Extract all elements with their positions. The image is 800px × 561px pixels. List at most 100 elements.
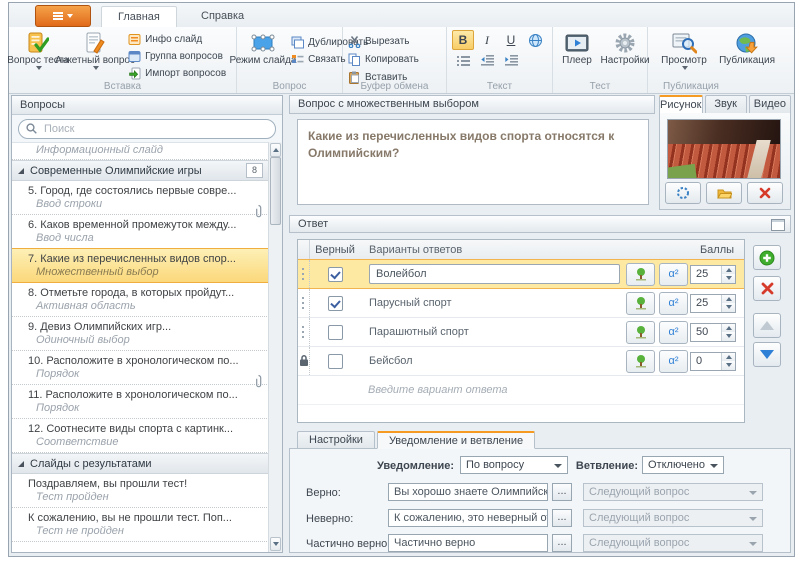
delete-answer-button[interactable] [753, 276, 781, 301]
spin-down-button[interactable] [722, 332, 735, 341]
sidebar-scrollbar[interactable] [268, 142, 282, 552]
scroll-up-button[interactable] [270, 143, 281, 157]
underline-button[interactable]: U [500, 30, 522, 50]
preview-button[interactable]: Просмотр [655, 30, 713, 70]
formula-button[interactable]: α² [659, 263, 688, 286]
points-spinner[interactable]: 25 [690, 265, 736, 284]
group-header-olympics[interactable]: Современные Олимпийские игры8 [12, 160, 269, 181]
drag-handle[interactable] [298, 318, 310, 346]
hyperlink-button[interactable] [524, 30, 546, 50]
list-item[interactable]: 9. Девиз Олимпийских игр...Одиночный выб… [12, 317, 269, 351]
question-image-thumbnail[interactable] [667, 119, 781, 179]
answer-row[interactable]: α² 25 [298, 259, 744, 289]
formula-button[interactable]: α² [659, 350, 688, 373]
info-slide-button[interactable]: Инфо слайд [126, 32, 228, 47]
list-item[interactable]: К сожалению, вы не прошли тест. Поп...Те… [12, 508, 269, 542]
spin-down-button[interactable] [722, 274, 735, 283]
list-item[interactable]: 11. Расположите в хронологическом по...П… [12, 385, 269, 419]
add-image-button[interactable] [626, 321, 655, 344]
import-questions-button[interactable]: Импорт вопросов [126, 66, 228, 81]
tab-video[interactable]: Видео [749, 95, 791, 114]
list-item[interactable]: Информационный слайд [12, 142, 269, 160]
answer-row[interactable]: Парусный спорт α² 25 [298, 289, 744, 318]
italic-button[interactable]: I [476, 30, 498, 50]
answer-row[interactable]: Бейсбол α² 0 [298, 347, 744, 376]
partial-feedback-field[interactable]: Частично верно [388, 534, 548, 552]
correct-checkbox[interactable] [328, 267, 343, 282]
formula-button[interactable]: α² [659, 321, 688, 344]
incorrect-more-button[interactable]: ... [552, 509, 572, 527]
correct-checkbox[interactable] [328, 354, 343, 369]
partial-branch-select[interactable]: Следующий вопрос [583, 534, 763, 552]
list-item[interactable]: 5. Город, где состоялись первые совре...… [12, 181, 269, 215]
tab-feedback-branching[interactable]: Уведомление и ветвление [377, 431, 535, 449]
list-item[interactable]: 10. Расположите в хронологическом по...П… [12, 351, 269, 385]
spin-up-button[interactable] [722, 266, 735, 275]
answer-text[interactable]: Парашютный спорт [360, 326, 626, 338]
answer-row[interactable]: Парашютный спорт α² 50 [298, 318, 744, 347]
correct-checkbox[interactable] [328, 296, 343, 311]
list-item[interactable]: 12. Соотнесите виды спорта с картинк...С… [12, 419, 269, 453]
slide-mode-button[interactable]: Режим слайда [240, 30, 286, 66]
question-group-button[interactable]: Группа вопросов [126, 49, 228, 64]
list-item[interactable]: 8. Отметьте города, в которых пройдут...… [12, 283, 269, 317]
spin-up-button[interactable] [722, 353, 735, 362]
add-image-button[interactable] [626, 292, 655, 315]
tab-picture[interactable]: Рисунок [659, 95, 703, 114]
publish-button[interactable]: Публикация [716, 30, 778, 66]
spin-down-button[interactable] [722, 361, 735, 370]
quiz-settings-button[interactable]: Настройки [601, 30, 649, 66]
correct-branch-select[interactable]: Следующий вопрос [583, 483, 763, 501]
tab-help[interactable]: Справка [185, 7, 260, 26]
incorrect-feedback-field[interactable]: К сожалению, это неверный ответ... [388, 509, 548, 527]
collapse-answer-button[interactable] [771, 219, 785, 231]
browse-image-button[interactable] [706, 182, 742, 204]
spin-up-button[interactable] [722, 324, 735, 333]
list-button[interactable] [452, 50, 474, 70]
tab-home[interactable]: Главная [101, 6, 177, 28]
notification-select[interactable]: По вопросу [460, 456, 568, 474]
drag-handle[interactable] [298, 289, 310, 317]
points-spinner[interactable]: 25 [690, 294, 736, 313]
move-up-button[interactable] [753, 313, 781, 338]
answer-text[interactable]: Бейсбол [360, 355, 626, 367]
add-image-button[interactable] [626, 263, 655, 286]
question-text-editor[interactable]: Какие из перечисленных видов спорта отно… [297, 119, 649, 205]
group-header-results[interactable]: Слайды с результатами [12, 453, 269, 474]
remove-image-button[interactable] [747, 182, 783, 204]
spin-down-button[interactable] [722, 303, 735, 312]
app-menu-button[interactable] [35, 5, 91, 27]
drag-handle[interactable] [298, 347, 310, 375]
drag-handle[interactable] [298, 260, 310, 288]
formula-button[interactable]: α² [659, 292, 688, 315]
bold-button[interactable]: B [452, 30, 474, 50]
scroll-thumb[interactable] [270, 157, 281, 225]
move-down-button[interactable] [753, 342, 781, 367]
tab-sound[interactable]: Звук [705, 95, 747, 114]
new-answer-placeholder[interactable]: Введите вариант ответа [298, 376, 744, 405]
list-item-selected[interactable]: 7. Какие из перечисленных видов спор...М… [12, 248, 269, 283]
cut-button[interactable]: Вырезать [346, 34, 421, 49]
copy-button[interactable]: Копировать [346, 52, 421, 67]
add-image-button[interactable] [626, 350, 655, 373]
points-spinner[interactable]: 50 [690, 323, 736, 342]
tab-options[interactable]: Настройки [297, 431, 375, 449]
indent-decrease-button[interactable] [476, 50, 498, 70]
player-button[interactable]: Плеер [556, 30, 598, 66]
correct-feedback-field[interactable]: Вы хорошо знаете Олимпийские ... [388, 483, 548, 501]
search-input[interactable] [42, 122, 268, 136]
spin-up-button[interactable] [722, 295, 735, 304]
points-spinner[interactable]: 0 [690, 352, 736, 371]
answer-text-input[interactable] [369, 264, 620, 284]
answer-text[interactable]: Парусный спорт [360, 297, 626, 309]
partial-more-button[interactable]: ... [552, 534, 572, 552]
branching-select[interactable]: Отключено [642, 456, 724, 474]
list-item[interactable]: 6. Каков временной промежуток между...Вв… [12, 215, 269, 249]
add-answer-button[interactable] [753, 245, 781, 270]
list-item[interactable]: Поздравляем, вы прошли тест!Тест пройден [12, 474, 269, 508]
incorrect-branch-select[interactable]: Следующий вопрос [583, 509, 763, 527]
image-settings-button[interactable] [665, 182, 701, 204]
correct-checkbox[interactable] [328, 325, 343, 340]
correct-more-button[interactable]: ... [552, 483, 572, 501]
survey-question-button[interactable]: Анкетный вопрос [67, 30, 123, 70]
